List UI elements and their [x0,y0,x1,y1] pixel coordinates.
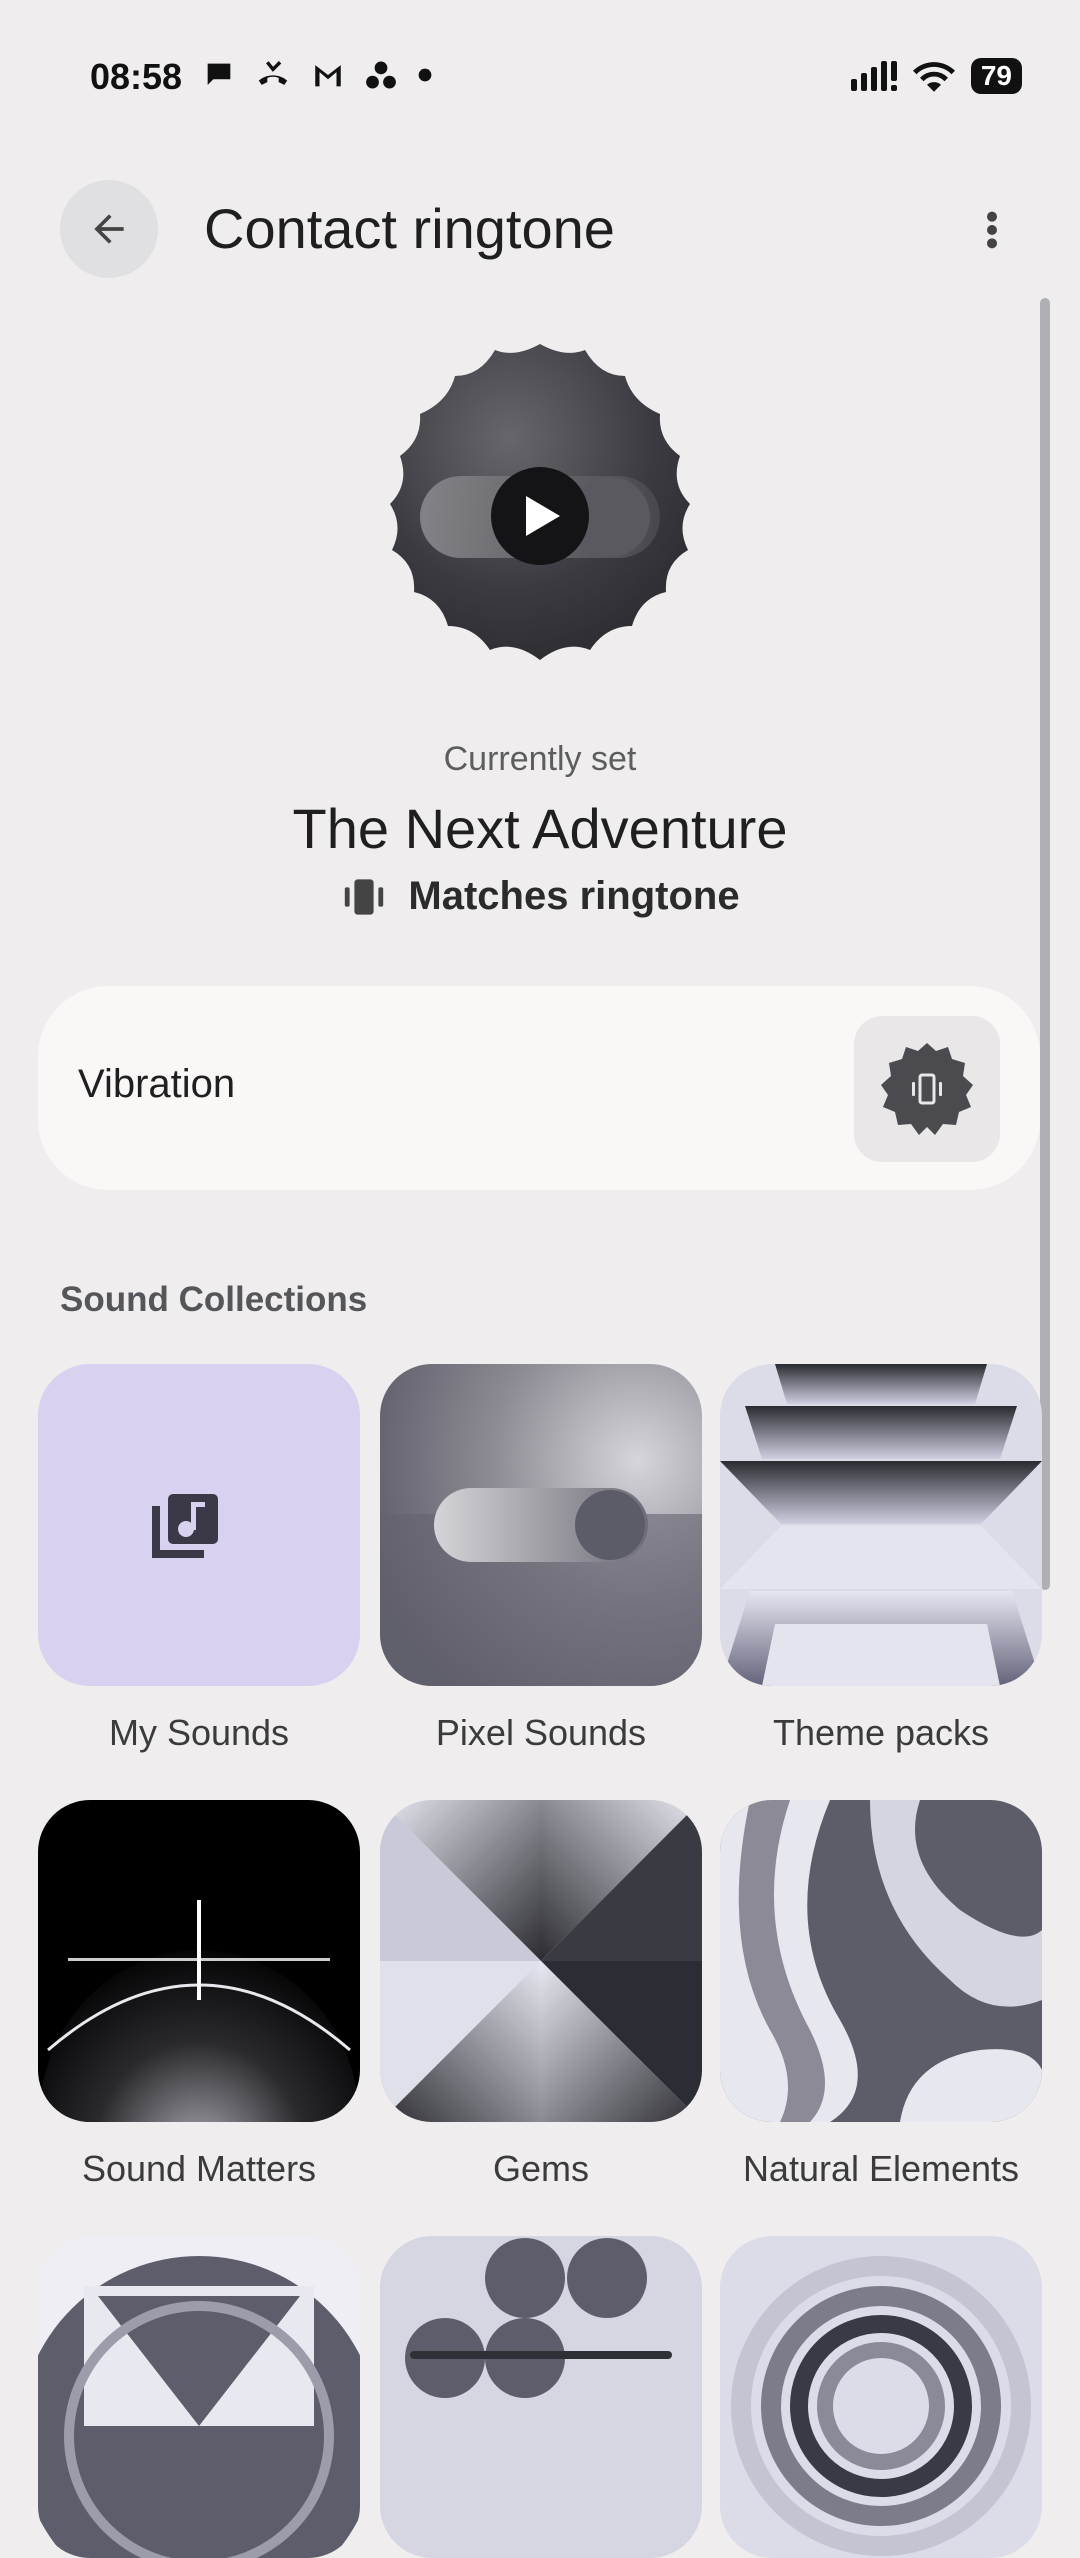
collection-tile-sound-matters[interactable] [38,1800,360,2122]
section-heading: Sound Collections [60,1280,368,1319]
signal-icon [850,61,897,91]
collection-label: Pixel Sounds [435,1712,647,1753]
collection-tile-theme-packs[interactable] [720,1364,1042,1686]
vibration-label: Vibration [78,1062,236,1106]
dots-app-icon [366,61,396,89]
more-notifications-dot-icon [418,68,432,82]
vibration-icon [345,878,384,915]
app-bar: Contact ringtone [0,180,1080,280]
vibration-button[interactable] [854,1016,1000,1162]
gmail-icon [315,65,341,87]
vibration-match-text: Matches ringtone [408,874,740,918]
more-options-button[interactable] [962,200,1022,260]
collection-label: Theme packs [772,1712,990,1753]
collection-label: My Sounds [108,1712,290,1753]
more-vert-icon [987,211,997,249]
ringtone-name: The Next Adventure [292,797,788,860]
battery-indicator: 79 [970,58,1022,94]
collection-label: Gems [492,2148,589,2189]
wifi-icon [912,62,955,92]
status-bar: 08:58 79 [0,0,1080,160]
collection-tile-row3-2[interactable] [380,2236,702,2558]
ringtone-artwork [360,336,720,696]
chat-icon [207,63,231,85]
missed-call-icon [258,61,288,85]
currently-set-label: Currently set [443,740,637,778]
collection-label: Sound Matters [81,2148,317,2189]
collection-tile-row3-3[interactable] [720,2236,1042,2558]
collection-tile-pixel-sounds[interactable] [380,1364,702,1686]
collection-tile-my-sounds[interactable] [38,1364,360,1686]
library-music-icon [152,1494,218,1558]
status-time: 08:58 [90,56,183,97]
page-title: Contact ringtone [204,197,615,260]
collection-label: Natural Elements [742,2148,1020,2189]
scrollbar[interactable] [1040,298,1050,1590]
collection-tile-natural-elements[interactable] [720,1800,1042,2122]
vibration-setting-card[interactable]: Vibration [38,986,1040,1190]
status-right: 79 [850,58,1022,94]
vibration-badge-icon [881,1043,973,1135]
arrow-back-icon [94,214,124,244]
collection-tile-row3-1[interactable] [38,2236,360,2558]
notification-icons [202,58,434,92]
collection-tile-gems[interactable] [380,1800,702,2122]
vibration-match-row: Matches ringtone [0,874,1080,919]
back-button[interactable] [60,180,158,278]
